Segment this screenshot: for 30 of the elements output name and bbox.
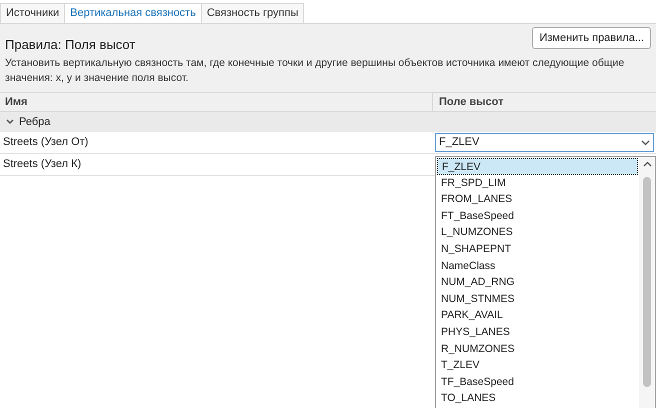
dropdown-item[interactable]: TO_LANES (437, 390, 638, 407)
scrollbar[interactable] (639, 157, 655, 408)
collapse-icon[interactable] (6, 119, 14, 125)
tab[interactable]: Связность группы (200, 3, 304, 23)
table-cell-text: Streets (Узел К) (2, 157, 82, 172)
height-field-dropdown[interactable]: F_ZLEV (435, 133, 654, 152)
edit-rules-button[interactable]: Изменить правила... (532, 27, 651, 49)
group-label: Ребра (19, 114, 50, 130)
dropdown-item[interactable]: NameClass (437, 258, 638, 274)
dropdown-item[interactable]: NUM_AD_RNG (437, 274, 638, 291)
table-cell-text: Streets (Узел От) (2, 135, 90, 150)
dropdown-item[interactable]: TF_BaseSpeed (437, 374, 638, 390)
dropdown-item[interactable]: PHYS_LANES (437, 324, 638, 341)
dropdown-item[interactable]: FROM_LANES (437, 191, 638, 208)
dropdown-item[interactable]: PARK_AVAIL (437, 307, 638, 324)
dropdown-item[interactable]: F_ZLEV (437, 158, 638, 175)
dropdown-item[interactable]: FT_BaseSpeed (437, 208, 638, 224)
rules-title: Правила: Поля высот (5, 36, 136, 54)
dropdown-item[interactable]: N_SHAPEPNT (437, 240, 638, 258)
description: Установить вертикальную связность там, где конечные точки и другие вершины объектов источника имеют следующие общие значения: x, y и значение поля высот. (5, 56, 626, 86)
scroll-up-icon (642, 161, 652, 167)
column-header: Поле высот (438, 95, 504, 110)
dropdown-item[interactable]: L_NUMZONES (437, 224, 638, 241)
column-header: Имя (0, 93, 433, 111)
dropdown-item[interactable]: FR_SPD_LIM (437, 174, 638, 192)
tab[interactable]: Источники (0, 3, 66, 23)
dropdown-item[interactable]: NUM_STNMES (437, 290, 638, 308)
dropdown-item[interactable]: T_ZLEV (437, 357, 638, 374)
chevron-down-icon (641, 140, 650, 146)
dropdown-item[interactable]: R_NUMZONES (437, 340, 638, 358)
